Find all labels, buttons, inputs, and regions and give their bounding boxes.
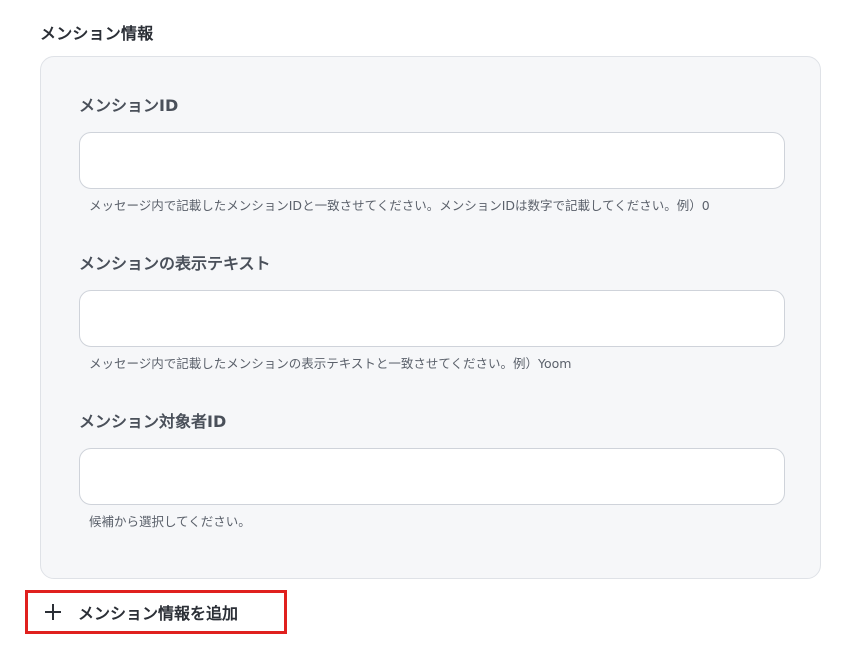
mention-id-label: メンションID [79, 96, 179, 115]
mention-id-input[interactable] [79, 132, 785, 189]
plus-icon [44, 603, 62, 621]
mention-group-box: メンションID メッセージ内で記載したメンションIDと一致させてください。メンシ… [40, 56, 821, 579]
mention-id-hint: メッセージ内で記載したメンションIDと一致させてください。メンションIDは数字で… [89, 198, 710, 213]
mention-settings-panel: メンション情報 メンションID メッセージ内で記載したメンションIDと一致させて… [0, 0, 850, 646]
mention-id-field: メンションID メッセージ内で記載したメンションIDと一致させてください。メンシ… [79, 95, 785, 215]
add-mention-button[interactable]: メンション情報を追加 [25, 590, 287, 634]
section-title: メンション情報 [40, 24, 154, 43]
add-mention-label: メンション情報を追加 [78, 604, 239, 623]
mention-display-text-input[interactable] [79, 290, 785, 347]
mention-target-id-label: メンション対象者ID [79, 412, 227, 431]
mention-target-id-hint: 候補から選択してください。 [89, 514, 251, 529]
mention-display-text-hint: メッセージ内で記載したメンションの表示テキストと一致させてください。例）Yoom [89, 356, 572, 371]
mention-display-text-field: メンションの表示テキスト メッセージ内で記載したメンションの表示テキストと一致さ… [79, 253, 785, 373]
mention-target-id-field: メンション対象者ID 候補から選択してください。 [79, 411, 785, 531]
mention-target-id-input[interactable] [79, 448, 785, 505]
mention-display-text-label: メンションの表示テキスト [79, 254, 271, 273]
